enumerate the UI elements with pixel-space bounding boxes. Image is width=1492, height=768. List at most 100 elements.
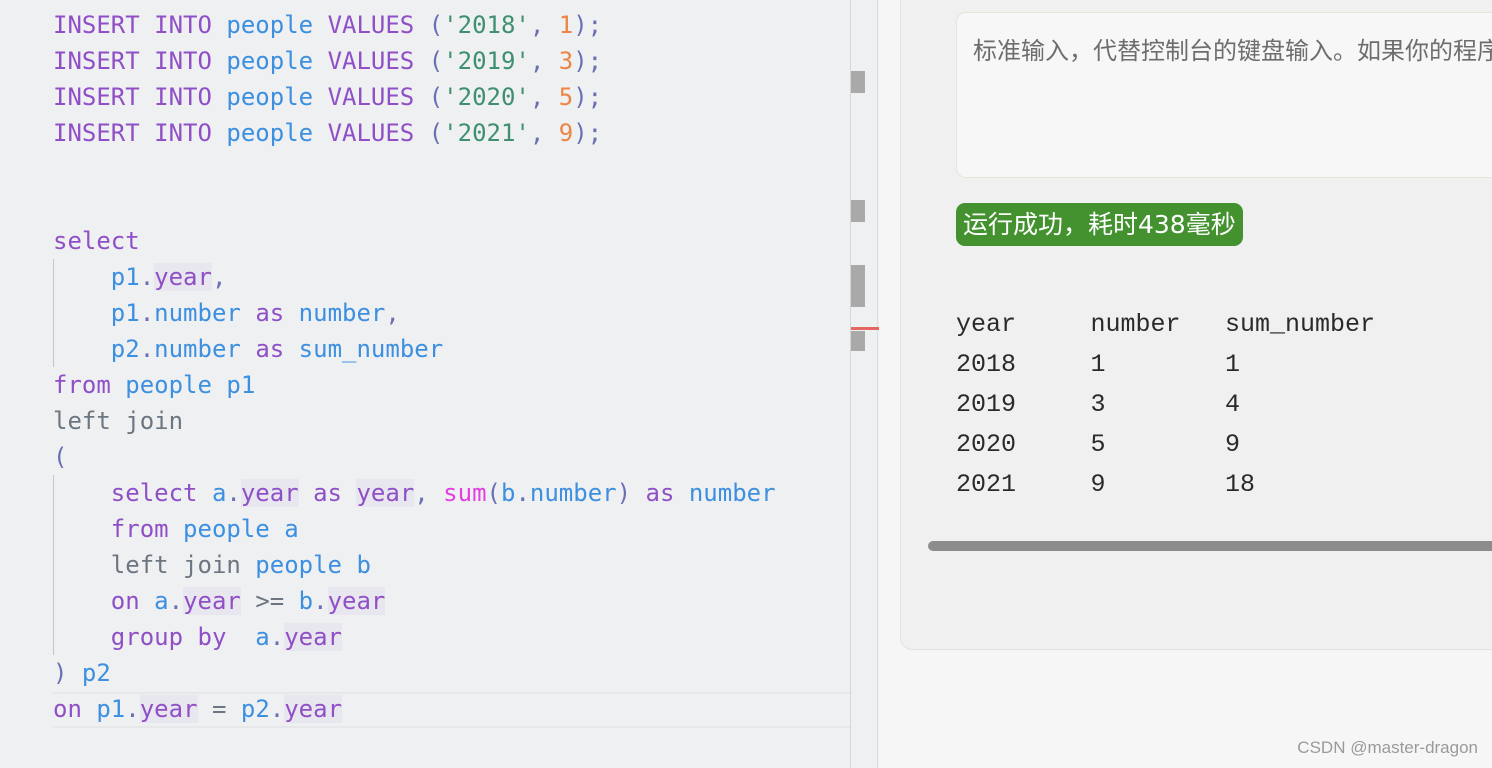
code-token: people <box>226 11 314 39</box>
cursor-position-mark <box>851 327 879 330</box>
code-token: , <box>211 263 227 291</box>
code-token: select <box>53 227 140 255</box>
run-panel: 标准输入，代替控制台的键盘输入。如果你的程序需要 运行成功，耗时438毫秒 ye… <box>879 0 1492 768</box>
code-token: ) <box>53 659 68 687</box>
code-token: VALUES <box>327 119 415 147</box>
code-token: year <box>154 263 212 291</box>
code-token: . <box>269 623 285 651</box>
code-token: INSERT <box>53 119 140 147</box>
cell: 18 <box>1225 470 1256 499</box>
cell: 4 <box>1225 390 1241 419</box>
cell: 2018 <box>956 350 1017 379</box>
code-line[interactable]: INSERT INTO people VALUES ('2019', 3); <box>53 43 602 79</box>
result-row: 2020 5 9 <box>956 425 1360 465</box>
column-header: sum_number <box>1225 310 1376 339</box>
code-token: ( <box>486 479 501 507</box>
code-token: a <box>154 587 169 615</box>
code-token: year <box>284 623 342 651</box>
cell: 1 <box>1225 350 1241 379</box>
code-token: people <box>226 83 314 111</box>
code-line[interactable]: INSERT INTO people VALUES ('2018', 1); <box>53 7 602 43</box>
code-line[interactable]: p2.number as sum_number <box>53 331 443 367</box>
code-token: 9 <box>558 119 574 147</box>
code-token: , <box>529 11 545 39</box>
code-line[interactable]: group by a.year <box>53 619 342 655</box>
code-token: p1 <box>226 371 256 399</box>
code-line[interactable]: from people a <box>53 511 299 547</box>
code-token: from <box>110 515 169 543</box>
code-token: number <box>154 335 241 363</box>
horizontal-scrollbar[interactable] <box>928 541 1492 551</box>
output-card: 标准输入，代替控制台的键盘输入。如果你的程序需要 运行成功，耗时438毫秒 ye… <box>900 0 1492 650</box>
code-line[interactable]: select <box>53 223 140 259</box>
code-token: p1 <box>110 299 140 327</box>
code-token: year <box>139 695 198 723</box>
code-line[interactable]: left join <box>53 403 183 439</box>
code-line[interactable]: from people p1 <box>53 367 255 403</box>
code-token: , <box>529 83 545 111</box>
cell: 2020 <box>956 430 1017 459</box>
code-token: ); <box>573 83 603 111</box>
stdin-input[interactable]: 标准输入，代替控制台的键盘输入。如果你的程序需要 <box>956 12 1492 178</box>
code-line[interactable]: p1.number as number, <box>53 295 400 331</box>
code-token: ( <box>428 83 444 111</box>
code-token: b <box>500 479 516 507</box>
code-line[interactable]: p1.year, <box>53 259 226 295</box>
code-line[interactable]: on a.year >= b.year <box>53 583 386 619</box>
code-line[interactable]: select a.year as year, sum(b.number) as … <box>53 475 776 511</box>
code-token: ); <box>573 11 603 39</box>
code-token: people <box>255 551 342 579</box>
cell: 9 <box>1225 430 1241 459</box>
code-token: b <box>356 551 371 579</box>
code-token: people <box>226 119 314 147</box>
code-line[interactable]: on p1.year = p2.year <box>53 691 343 727</box>
overview-ruler[interactable] <box>850 0 879 768</box>
code-editor[interactable]: INSERT INTO people VALUES ('2018', 1); IN… <box>0 0 875 768</box>
code-token: , <box>529 47 545 75</box>
code-token: a <box>284 515 299 543</box>
code-token: year <box>240 479 299 507</box>
code-token: >= <box>255 587 285 615</box>
cell: 9 <box>1090 470 1106 499</box>
code-line[interactable]: ) p2 <box>53 655 111 691</box>
column-header: number <box>1090 310 1181 339</box>
code-line[interactable]: left join people b <box>53 547 371 583</box>
cell: 1 <box>1090 350 1106 379</box>
code-token: a <box>255 623 270 651</box>
ruler-mark <box>851 71 865 93</box>
code-line[interactable]: ( <box>53 439 67 475</box>
code-token: INSERT <box>53 47 140 75</box>
code-token: . <box>226 479 241 507</box>
code-line[interactable]: INSERT INTO people VALUES ('2021', 9); <box>53 115 602 151</box>
code-token: , <box>414 479 429 507</box>
code-token: group by <box>110 623 227 651</box>
code-token: number <box>688 479 776 507</box>
code-line[interactable]: INSERT INTO people VALUES ('2020', 5); <box>53 79 602 115</box>
